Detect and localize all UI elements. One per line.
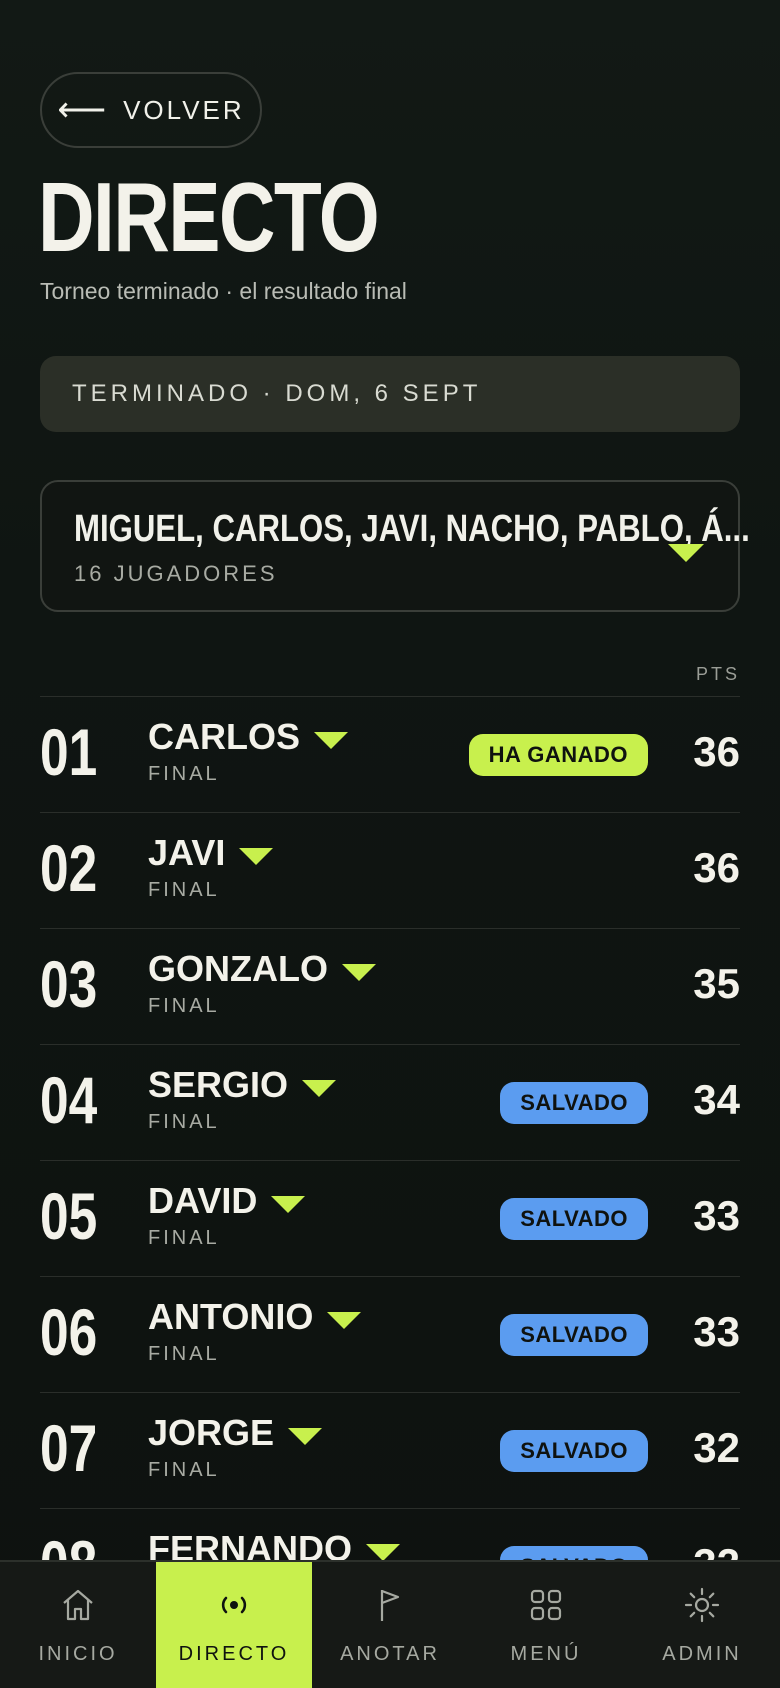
nav-label: MENÚ [510, 1642, 582, 1665]
player-phase: FINAL [148, 995, 220, 1017]
ranking-row[interactable]: 07 JORGE FINAL SALVADO 32 [40, 1392, 740, 1508]
players-select[interactable]: MIGUEL, CARLOS, JAVI, NACHO, PABLO, Á...… [40, 480, 750, 612]
row-name-wrap: JORGE [148, 1412, 323, 1453]
flag-icon [370, 1585, 410, 1631]
row-position: 06 [40, 1295, 98, 1369]
player-name: SERGIO [148, 1064, 289, 1105]
nav-item-menú[interactable]: MENÚ [468, 1562, 624, 1688]
screen: ⟵ VOLVER DIRECTO Torneo terminado · el r… [0, 0, 780, 1688]
nav-label: ANOTAR [340, 1642, 440, 1665]
player-points: 36 [693, 844, 740, 891]
bottom-nav: INICIO DIRECTO ANOTAR MENÚ ADMIN [0, 1560, 780, 1688]
status-badge: SALVADO [500, 1314, 648, 1356]
pts-header: PTS [695, 664, 740, 684]
nav-item-inicio[interactable]: INICIO [0, 1562, 156, 1688]
ranking-row[interactable]: 05 DAVID FINAL SALVADO 33 [40, 1160, 740, 1276]
row-position: 04 [40, 1063, 98, 1137]
player-points: 32 [693, 1424, 740, 1471]
player-name: CARLOS [148, 716, 300, 757]
status-badge: SALVADO [500, 1430, 648, 1472]
home-icon [58, 1585, 98, 1631]
row-position: 03 [40, 947, 98, 1021]
player-name: JORGE [148, 1412, 275, 1453]
row-name-wrap: DAVID [148, 1180, 306, 1221]
nav-item-anotar[interactable]: ANOTAR [312, 1562, 468, 1688]
ranking-row[interactable]: 03 GONZALO FINAL 35 [40, 928, 740, 1044]
ranking-row[interactable]: 02 JAVI FINAL 36 [40, 812, 740, 928]
ranking-row[interactable]: 01 CARLOS FINAL HA GANADO 36 [40, 696, 740, 812]
row-name-wrap: ANTONIO [148, 1296, 362, 1337]
player-phase: FINAL [148, 879, 220, 901]
row-position: 07 [40, 1411, 98, 1485]
player-points: 36 [693, 728, 740, 775]
player-phase: FINAL [148, 1111, 220, 1133]
status-badge: SALVADO [500, 1198, 648, 1240]
ranking-row[interactable]: 06 ANTONIO FINAL SALVADO 33 [40, 1276, 740, 1392]
expand-caret-icon[interactable] [271, 1195, 306, 1213]
players-count: 16 JUGADORES [74, 561, 278, 586]
expand-caret-icon[interactable] [327, 1311, 362, 1329]
back-label: VOLVER [123, 94, 245, 125]
expand-caret-icon[interactable] [366, 1543, 400, 1561]
live-icon [214, 1585, 254, 1631]
player-points: 34 [693, 1076, 740, 1123]
player-name: ANTONIO [148, 1296, 314, 1337]
row-position: 01 [40, 715, 98, 789]
row-position: 02 [40, 831, 98, 905]
player-points: 33 [693, 1192, 740, 1239]
player-phase: FINAL [148, 1227, 220, 1249]
expand-caret-icon[interactable] [341, 963, 376, 981]
nav-label: DIRECTO [178, 1642, 290, 1665]
status-badge: HA GANADO [468, 734, 648, 776]
status-badge: SALVADO [500, 1082, 648, 1124]
ranking-row[interactable]: 04 SERGIO FINAL SALVADO 34 [40, 1044, 740, 1160]
ranking-list: 01 CARLOS FINAL HA GANADO 36 02 JAVI FINAL 36 03 G… [40, 696, 740, 1624]
player-phase: FINAL [148, 1343, 220, 1365]
player-phase: FINAL [148, 763, 220, 785]
expand-caret-icon[interactable] [239, 847, 274, 865]
back-button[interactable]: ⟵ VOLVER [40, 72, 262, 148]
player-points: 33 [693, 1308, 740, 1355]
row-name-wrap: JAVI [148, 832, 274, 873]
status-banner: TERMINADO · DOM, 6 SEPT [40, 356, 740, 432]
grid-icon [526, 1585, 566, 1631]
row-name-wrap: SERGIO [148, 1064, 337, 1105]
expand-caret-icon[interactable] [302, 1079, 337, 1097]
player-phase: FINAL [148, 1459, 220, 1481]
nav-label: ADMIN [662, 1642, 742, 1665]
players-names: MIGUEL, CARLOS, JAVI, NACHO, PABLO, Á... [74, 508, 750, 550]
page-title: DIRECTO [38, 162, 380, 272]
sun-icon [682, 1585, 722, 1631]
player-name: GONZALO [148, 948, 328, 989]
expand-caret-icon[interactable] [314, 731, 348, 749]
row-position: 05 [40, 1179, 98, 1253]
player-name: JAVI [148, 832, 226, 873]
nav-item-directo[interactable]: DIRECTO [156, 1562, 312, 1688]
nav-label: INICIO [38, 1642, 118, 1665]
chevron-down-icon [668, 544, 704, 562]
nav-item-admin[interactable]: ADMIN [624, 1562, 780, 1688]
player-points: 35 [693, 960, 740, 1007]
expand-caret-icon[interactable] [288, 1427, 323, 1445]
row-name-wrap: CARLOS [148, 719, 348, 755]
player-name: DAVID [148, 1180, 258, 1221]
arrow-left-icon: ⟵ [57, 91, 110, 129]
page-subtitle: Torneo terminado · el resultado final [40, 278, 407, 304]
row-name-wrap: GONZALO [148, 951, 376, 987]
